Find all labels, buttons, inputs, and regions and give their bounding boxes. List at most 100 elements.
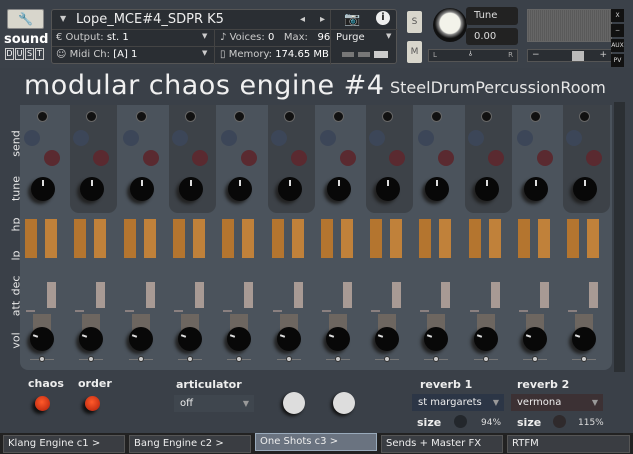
lp-slider[interactable] bbox=[390, 219, 403, 258]
vol-knob[interactable] bbox=[227, 327, 252, 351]
pan-knob[interactable] bbox=[37, 111, 48, 122]
hp-slider[interactable] bbox=[518, 219, 530, 258]
dec-slider[interactable] bbox=[47, 282, 56, 308]
send-b-knob[interactable] bbox=[389, 150, 406, 166]
att-slider[interactable] bbox=[469, 310, 479, 312]
pan-knob[interactable] bbox=[184, 111, 196, 122]
pan-knob[interactable] bbox=[480, 111, 492, 122]
volume-slider[interactable]: − + bbox=[527, 49, 612, 62]
order-button[interactable] bbox=[85, 396, 100, 411]
att-slider[interactable] bbox=[223, 310, 233, 312]
hp-slider[interactable] bbox=[172, 219, 185, 258]
reverb1-size-knob[interactable] bbox=[454, 415, 467, 428]
send-b-knob[interactable] bbox=[191, 150, 208, 166]
pv-button[interactable]: PV bbox=[611, 54, 624, 67]
lp-slider[interactable] bbox=[439, 219, 452, 258]
tune-knob[interactable] bbox=[433, 8, 467, 42]
dec-slider[interactable] bbox=[540, 282, 549, 308]
reverb1-dropdown[interactable]: st margarets ▼ bbox=[412, 394, 504, 411]
dec-slider[interactable] bbox=[342, 282, 352, 308]
tab-sends-master-fx[interactable]: Sends + Master FX bbox=[381, 435, 503, 453]
vol-knob[interactable] bbox=[30, 327, 54, 351]
next-icon[interactable]: ▸ bbox=[320, 14, 325, 25]
send-b-knob[interactable] bbox=[44, 150, 60, 166]
dec-slider[interactable] bbox=[96, 282, 106, 308]
close-button[interactable]: X bbox=[611, 9, 624, 22]
vol-knob[interactable] bbox=[177, 327, 202, 351]
lp-slider[interactable] bbox=[143, 219, 156, 258]
hp-slider[interactable] bbox=[370, 219, 383, 258]
pan-slider[interactable]: L ⫰ R bbox=[428, 49, 518, 62]
send-a-knob[interactable] bbox=[418, 130, 435, 146]
mini-slider-handle[interactable] bbox=[384, 356, 391, 362]
hp-slider[interactable] bbox=[567, 219, 580, 258]
camera-icon[interactable]: 📷 bbox=[344, 12, 360, 27]
prev-icon[interactable]: ◂ bbox=[300, 14, 305, 25]
att-slider[interactable] bbox=[173, 310, 183, 312]
att-slider[interactable] bbox=[26, 310, 35, 312]
mini-slider-handle[interactable] bbox=[581, 356, 588, 362]
mini-slider-handle[interactable] bbox=[482, 356, 489, 362]
dec-slider[interactable] bbox=[490, 282, 500, 308]
purge-button[interactable]: Purge bbox=[336, 32, 365, 43]
mini-slider-handle[interactable] bbox=[433, 356, 440, 362]
send-b-knob[interactable] bbox=[537, 150, 553, 166]
send-a-knob[interactable] bbox=[369, 130, 386, 146]
send-a-knob[interactable] bbox=[122, 130, 139, 146]
pan-knob[interactable] bbox=[135, 111, 147, 122]
send-a-knob[interactable] bbox=[270, 130, 287, 146]
dec-slider[interactable] bbox=[145, 282, 155, 308]
mini-slider-handle[interactable] bbox=[532, 356, 538, 362]
lp-slider[interactable] bbox=[538, 219, 550, 258]
hp-slider[interactable] bbox=[222, 219, 235, 258]
send-a-knob[interactable] bbox=[171, 130, 188, 146]
vol-knob[interactable] bbox=[473, 327, 498, 351]
dec-slider[interactable] bbox=[194, 282, 204, 308]
hp-slider[interactable] bbox=[419, 219, 432, 258]
dec-slider[interactable] bbox=[244, 282, 254, 308]
mini-slider-handle[interactable] bbox=[186, 356, 193, 362]
send-b-knob[interactable] bbox=[241, 150, 258, 166]
vol-knob[interactable] bbox=[523, 327, 547, 351]
mini-slider-handle[interactable] bbox=[39, 356, 45, 362]
tab-rtfm[interactable]: RTFM bbox=[507, 435, 630, 453]
lp-slider[interactable] bbox=[45, 219, 57, 258]
minimize-button[interactable]: − bbox=[611, 24, 624, 37]
hp-slider[interactable] bbox=[25, 219, 37, 258]
scrollbar[interactable] bbox=[614, 102, 625, 372]
hp-slider[interactable] bbox=[74, 219, 87, 258]
send-b-knob[interactable] bbox=[142, 150, 159, 166]
send-b-knob[interactable] bbox=[339, 150, 356, 166]
send-b-knob[interactable] bbox=[438, 150, 455, 166]
lp-slider[interactable] bbox=[192, 219, 205, 258]
mini-slider-handle[interactable] bbox=[334, 356, 341, 362]
dec-slider[interactable] bbox=[293, 282, 303, 308]
articulator-dropdown[interactable]: off ▼ bbox=[174, 395, 254, 412]
vol-knob[interactable] bbox=[128, 327, 153, 351]
att-slider[interactable] bbox=[272, 310, 282, 312]
hp-slider[interactable] bbox=[123, 219, 136, 258]
vol-knob[interactable] bbox=[79, 327, 104, 351]
chaos-button[interactable] bbox=[35, 396, 50, 411]
att-slider[interactable] bbox=[420, 310, 430, 312]
dec-slider[interactable] bbox=[441, 282, 451, 308]
att-slider[interactable] bbox=[568, 310, 578, 312]
dec-slider[interactable] bbox=[392, 282, 402, 308]
lp-slider[interactable] bbox=[291, 219, 304, 258]
pan-knob[interactable] bbox=[234, 111, 246, 122]
mini-slider-handle[interactable] bbox=[236, 356, 243, 362]
tab-bang-engine[interactable]: Bang Engine c2 > bbox=[129, 435, 251, 453]
solo-button[interactable]: S bbox=[407, 11, 422, 33]
mini-slider-handle[interactable] bbox=[88, 356, 95, 362]
att-slider[interactable] bbox=[75, 310, 85, 312]
reverb2-size-knob[interactable] bbox=[553, 415, 566, 428]
send-a-knob[interactable] bbox=[467, 130, 484, 146]
lp-slider[interactable] bbox=[340, 219, 353, 258]
tab-one-shots[interactable]: One Shots c3 > bbox=[255, 433, 377, 451]
knob[interactable] bbox=[333, 392, 355, 414]
hp-slider[interactable] bbox=[271, 219, 284, 258]
send-b-knob[interactable] bbox=[487, 150, 504, 166]
send-b-knob[interactable] bbox=[290, 150, 307, 166]
send-a-knob[interactable] bbox=[221, 130, 238, 146]
midi-dropdown-arrow[interactable]: ▼ bbox=[202, 49, 207, 57]
